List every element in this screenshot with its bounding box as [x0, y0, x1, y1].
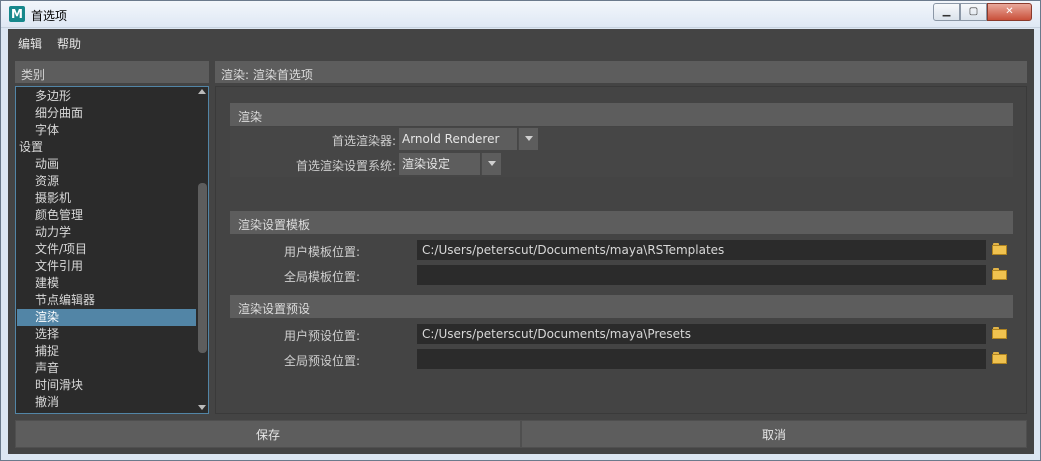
category-item[interactable]: 摄影机 — [17, 190, 196, 207]
save-button[interactable]: 保存 — [15, 420, 521, 448]
categories-list[interactable]: 多边形 细分曲面 字体 设置 动画 资源 摄影机 颜色管理 动力学 文件/项目 文件引用 建模 节点编辑… — [15, 86, 209, 414]
category-item[interactable]: 动画 — [17, 156, 196, 173]
scroll-down-arrow-icon[interactable] — [198, 405, 206, 410]
render-preferences-panel: 渲染 首选渲染器: Arnold Renderer 首选渲染设置系统: 渲染设定… — [215, 86, 1027, 414]
render-settings-system-label: 首选渲染设置系统: — [295, 159, 396, 173]
folder-icon[interactable] — [992, 243, 1008, 255]
section-presets-header[interactable]: 渲染设置预设 — [230, 295, 1013, 318]
maya-app-icon: M — [9, 6, 25, 22]
chevron-down-icon[interactable] — [518, 128, 538, 150]
scroll-up-arrow-icon[interactable] — [198, 89, 206, 94]
section-render-header[interactable]: 渲染 — [230, 103, 1013, 126]
category-item[interactable]: 时间滑块 — [17, 377, 196, 394]
category-item[interactable]: 颜色管理 — [17, 207, 196, 224]
global-template-location-field[interactable] — [417, 265, 986, 285]
category-item[interactable]: 细分曲面 — [17, 105, 196, 122]
global-preset-location-label: 全局预设位置: — [283, 354, 360, 368]
global-template-location-label: 全局模板位置: — [283, 270, 360, 284]
user-template-location-label: 用户模板位置: — [283, 245, 360, 259]
scrollbar-thumb[interactable] — [198, 183, 207, 353]
folder-icon[interactable] — [992, 268, 1008, 280]
global-preset-location-field[interactable] — [417, 349, 986, 369]
folder-icon[interactable] — [992, 352, 1008, 364]
dialog-client-area: 编辑 帮助 类别 多边形 细分曲面 字体 设置 动画 资源 摄影机 颜色管理 动力学 文件/项目文… — [8, 29, 1034, 454]
minimize-button[interactable]: ▁ — [933, 3, 960, 21]
category-item[interactable]: 动力学 — [17, 224, 196, 241]
category-item[interactable]: 字体 — [17, 122, 196, 139]
close-button[interactable]: ✕ — [987, 3, 1032, 21]
preferred-renderer-dropdown[interactable]: Arnold Renderer — [399, 128, 517, 150]
category-item[interactable]: 文件引用 — [17, 258, 196, 275]
category-item[interactable]: 建模 — [17, 275, 196, 292]
user-preset-location-field[interactable]: C:/Users/peterscut/Documents/maya\Preset… — [417, 324, 986, 344]
user-template-location-field[interactable]: C:/Users/peterscut/Documents/maya\RSTemp… — [417, 240, 986, 260]
category-item[interactable]: 渲染 — [17, 309, 196, 326]
section-render-body: 首选渲染器: Arnold Renderer 首选渲染设置系统: 渲染设定 — [230, 127, 1013, 177]
category-item[interactable]: 多边形 — [17, 88, 196, 105]
category-item[interactable]: 选择 — [17, 326, 196, 343]
chevron-down-icon[interactable] — [481, 153, 501, 175]
menu-bar: 编辑 帮助 — [8, 29, 1034, 55]
window-title: 首选项 — [31, 9, 68, 23]
category-item[interactable]: 捕捉 — [17, 343, 196, 360]
category-item[interactable]: 撤消 — [17, 394, 196, 411]
folder-icon[interactable] — [992, 327, 1008, 339]
user-preset-location-label: 用户预设位置: — [283, 329, 360, 343]
categories-header: 类别 — [15, 61, 209, 83]
title-bar: M 首选项 ▁ ▢ ✕ — [1, 1, 1040, 28]
section-templates-header[interactable]: 渲染设置模板 — [230, 211, 1013, 234]
preferred-renderer-label: 首选渲染器: — [331, 134, 396, 148]
cancel-button[interactable]: 取消 — [521, 420, 1027, 448]
preferences-window: M 首选项 ▁ ▢ ✕ 编辑 帮助 类别 多边形 细分曲面 字体 设置 动画 资源 摄影机颜… — [0, 0, 1041, 461]
menu-edit[interactable]: 编辑 — [18, 35, 42, 52]
category-item[interactable]: 设置 — [17, 139, 196, 156]
maximize-button[interactable]: ▢ — [960, 3, 987, 21]
category-item[interactable]: 文件/项目 — [17, 241, 196, 258]
render-settings-system-dropdown[interactable]: 渲染设定 — [399, 153, 480, 175]
category-item[interactable]: 声音 — [17, 360, 196, 377]
menu-help[interactable]: 帮助 — [57, 35, 81, 52]
panel-title: 渲染: 渲染首选项 — [215, 61, 1027, 83]
category-item[interactable]: 节点编辑器 — [17, 292, 196, 309]
category-item[interactable]: 资源 — [17, 173, 196, 190]
categories-scrollbar[interactable] — [197, 87, 208, 413]
